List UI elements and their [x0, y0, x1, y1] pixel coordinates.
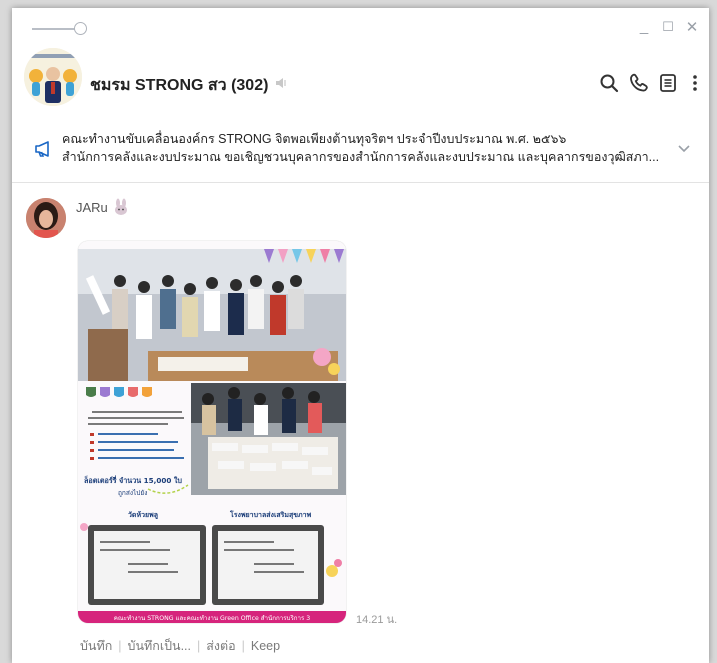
image-actions: บันทึก | บันทึกเป็น... | ส่งต่อ | Keep — [80, 636, 280, 656]
poster-headline: ล็อตเตอร์รี่ จำนวน 15,000 ใบ — [84, 475, 182, 485]
chat-title: ชมรม STRONG สว (302) — [90, 77, 269, 94]
poster-dest-2: โรงพยาบาลส่งเสริมสุขภาพ — [229, 510, 312, 519]
poster-footer: คณะทำงาน STRONG และคณะทำงาน Green Office… — [114, 615, 311, 622]
minimize-button[interactable]: _ — [635, 18, 653, 35]
transparency-slider-track[interactable] — [32, 28, 78, 30]
message-list: JARu ล็อตเตอร์รี่ จำนวน 15,000 ใบ ถูกส่ง… — [12, 184, 709, 663]
divider: | — [197, 639, 201, 653]
bunny-emoji-icon — [115, 198, 127, 215]
search-icon[interactable] — [598, 72, 620, 94]
title-bar: _ ☐ ✕ — [12, 8, 709, 42]
image-message[interactable]: ล็อตเตอร์รี่ จำนวน 15,000 ใบ ถูกส่งไปยัง — [78, 241, 346, 623]
poster-dest-1: วัดห้วยพลู — [128, 510, 158, 520]
divider: | — [241, 639, 245, 653]
sender-avatar-image — [26, 198, 66, 238]
save-button[interactable]: บันทึก — [80, 639, 112, 653]
megaphone-icon — [35, 141, 49, 157]
chevron-down-icon[interactable] — [677, 141, 691, 155]
poster-subline: ถูกส่งไปยัง — [118, 489, 147, 497]
phone-icon[interactable] — [628, 72, 650, 94]
maximize-button[interactable]: ☐ — [659, 19, 677, 35]
chat-window: _ ☐ ✕ ชมรม STRONG สว (302) คณะทำงานขับเค… — [12, 8, 709, 663]
speaker-icon — [276, 78, 286, 88]
keep-button[interactable]: Keep — [251, 639, 280, 653]
close-button[interactable]: ✕ — [683, 18, 701, 36]
sender-avatar[interactable] — [26, 198, 66, 238]
announcement-line-1: คณะทำงานขับเคลื่อนองค์กร STRONG จิตพอเพี… — [62, 132, 567, 146]
announcement-text: คณะทำงานขับเคลื่อนองค์กร STRONG จิตพอเพี… — [62, 130, 662, 166]
group-avatar-image — [24, 48, 82, 106]
announcement-bar[interactable]: คณะทำงานขับเคลื่อนองค์กร STRONG จิตพอเพี… — [12, 118, 709, 183]
announcement-line-2: สำนักการคลังและงบประมาณ ขอเชิญชวนบุคลากร… — [62, 150, 660, 164]
transparency-slider-knob[interactable] — [74, 22, 87, 35]
message-timestamp: 14.21 น. — [356, 614, 398, 626]
poster-image: ล็อตเตอร์รี่ จำนวน 15,000 ใบ ถูกส่งไปยัง — [78, 241, 346, 623]
chat-header: ชมรม STRONG สว (302) — [12, 46, 709, 116]
notes-icon[interactable] — [657, 72, 679, 94]
forward-button[interactable]: ส่งต่อ — [206, 639, 235, 653]
more-icon[interactable] — [684, 72, 706, 94]
divider: | — [118, 639, 122, 653]
sender-name: JARu — [76, 200, 108, 215]
save-as-button[interactable]: บันทึกเป็น... — [128, 639, 191, 653]
group-avatar[interactable] — [24, 48, 82, 106]
